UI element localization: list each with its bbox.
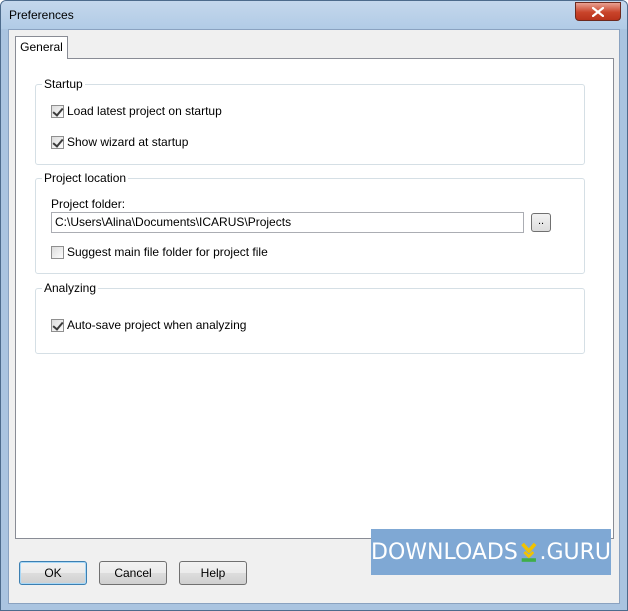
suggest-main-folder-checkbox[interactable] xyxy=(51,245,64,259)
load-latest-project-checkbox[interactable] xyxy=(51,104,64,118)
tab-general[interactable]: General xyxy=(15,36,68,59)
show-wizard-checkbox[interactable] xyxy=(51,135,64,149)
project-folder-label: Project folder: xyxy=(51,197,126,211)
project-folder-input[interactable]: C:\Users\Alina\Documents\ICARUS\Projects xyxy=(51,212,524,233)
analyzing-group-legend: Analyzing xyxy=(42,281,99,295)
show-wizard-label: Show wizard at startup xyxy=(67,135,189,149)
ok-button[interactable]: OK xyxy=(19,561,87,585)
suggest-main-folder-option[interactable]: Suggest main file folder for project fil… xyxy=(51,245,268,259)
project-location-group: Project location Project folder: C:\User… xyxy=(35,171,585,274)
watermark-text-right: .GURU xyxy=(539,539,611,565)
general-tab-panel: Startup Load latest project on startup S… xyxy=(15,58,614,539)
show-wizard-option[interactable]: Show wizard at startup xyxy=(51,135,188,149)
download-arrow-logo-icon xyxy=(521,542,537,562)
preferences-window: Preferences General Startup Load latest … xyxy=(0,0,628,611)
tab-general-label: General xyxy=(20,40,63,54)
title-bar[interactable]: Preferences xyxy=(1,1,627,29)
auto-save-label: Auto-save project when analyzing xyxy=(67,318,247,332)
downloads-guru-watermark: DOWNLOADS .GURU xyxy=(371,529,611,575)
load-latest-project-label: Load latest project on startup xyxy=(67,104,222,118)
suggest-main-folder-label: Suggest main file folder for project fil… xyxy=(67,245,268,259)
cancel-button[interactable]: Cancel xyxy=(99,561,167,585)
analyzing-group: Analyzing Auto-save project when analyzi… xyxy=(35,281,585,354)
help-button[interactable]: Help xyxy=(179,561,247,585)
close-button[interactable] xyxy=(575,2,621,21)
startup-group: Startup Load latest project on startup S… xyxy=(35,77,585,165)
project-location-group-legend: Project location xyxy=(42,171,129,185)
browse-folder-button[interactable]: .. xyxy=(531,213,551,232)
dialog-client-area: General Startup Load latest project on s… xyxy=(8,29,620,604)
auto-save-option[interactable]: Auto-save project when analyzing xyxy=(51,318,246,332)
startup-group-legend: Startup xyxy=(42,77,85,91)
load-latest-project-option[interactable]: Load latest project on startup xyxy=(51,104,222,118)
window-title: Preferences xyxy=(9,8,74,22)
auto-save-checkbox[interactable] xyxy=(51,318,64,332)
close-icon xyxy=(592,6,604,17)
watermark-text-left: DOWNLOADS xyxy=(371,539,518,565)
